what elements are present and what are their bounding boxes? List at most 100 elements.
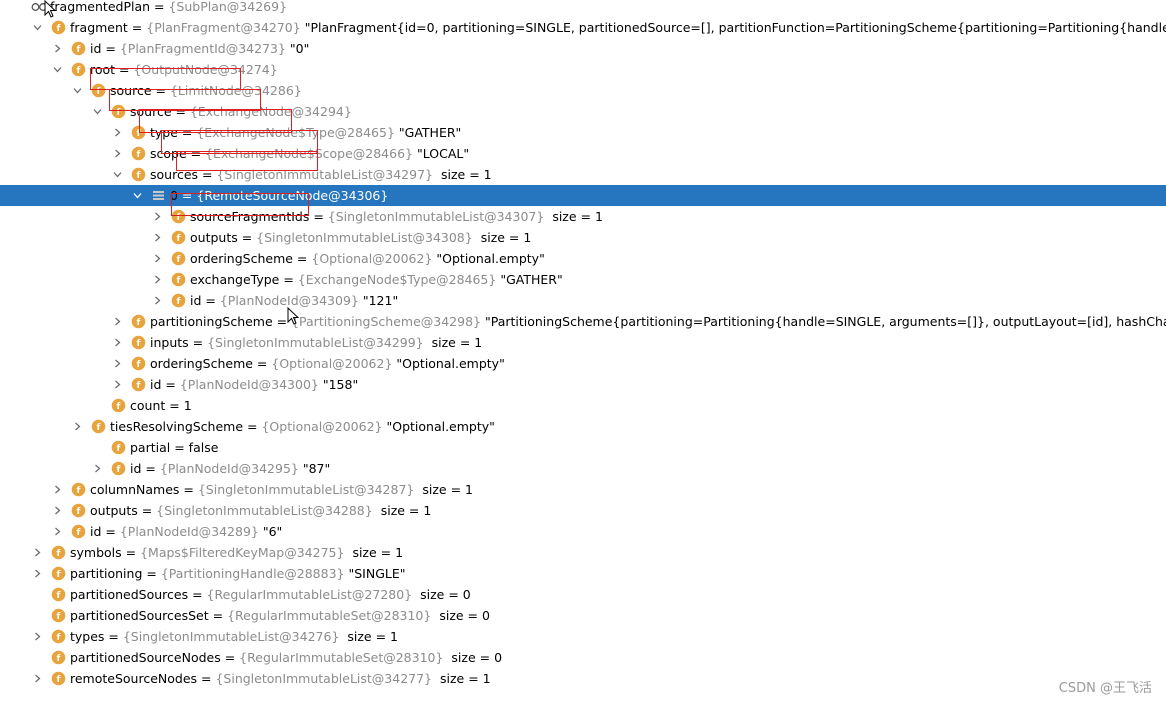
chevron-right-icon[interactable] — [31, 668, 43, 689]
tree-row-fragmentedplan[interactable]: fragmentedPlan = {SubPlan@34269} — [0, 0, 1166, 17]
chevron-right-icon[interactable] — [111, 311, 123, 332]
row-content: 0 = {RemoteSourceNode@34306} — [170, 185, 388, 206]
row-content: tiesResolvingScheme = {Optional@20062} "… — [110, 416, 495, 437]
tree-row-scope[interactable]: f scope = {ExchangeNode$Scope@28466} "LOC… — [0, 143, 1166, 164]
chevron-right-icon[interactable] — [111, 353, 123, 374]
variable-name: count — [130, 398, 166, 413]
chevron-right-icon[interactable] — [151, 290, 163, 311]
equals-sign: = — [186, 146, 206, 161]
chevron-right-icon[interactable] — [51, 500, 63, 521]
chevron-right-icon[interactable] — [31, 563, 43, 584]
tree-row-type[interactable]: f type = {ExchangeNode$Type@28465} "GATHE… — [0, 122, 1166, 143]
row-content: partitioning = {PartitioningHandle@28883… — [70, 563, 406, 584]
tree-row-sources[interactable]: f sources = {SingletonImmutableList@34297… — [0, 164, 1166, 185]
tree-row-partitionedsourcenodes[interactable]: f partitionedSourceNodes = {RegularImmuta… — [0, 647, 1166, 668]
variable-name: outputs — [90, 503, 138, 518]
chevron-right-icon[interactable] — [31, 542, 43, 563]
tree-row-id[interactable]: f id = {PlanNodeId@34289} "6" — [0, 521, 1166, 542]
field-icon: f — [171, 209, 186, 224]
object-reference: {RegularImmutableList@27280} — [206, 587, 413, 602]
row-content: exchangeType = {ExchangeNode$Type@28465}… — [190, 269, 563, 290]
tree-row-source[interactable]: f source = {LimitNode@34286} — [0, 80, 1166, 101]
tree-row-id[interactable]: f id = {PlanNodeId@34300} "158" — [0, 374, 1166, 395]
object-reference: {PartitioningHandle@28883} — [160, 566, 345, 581]
chevron-right-icon[interactable] — [151, 269, 163, 290]
tree-row-id[interactable]: f id = {PlanFragmentId@34273} "0" — [0, 38, 1166, 59]
chevron-right-icon[interactable] — [111, 143, 123, 164]
equals-sign: = — [197, 671, 216, 686]
svg-text:f: f — [177, 255, 181, 265]
tree-row-symbols[interactable]: f symbols = {Maps$FilteredKeyMap@34275} s… — [0, 542, 1166, 563]
chevron-right-icon[interactable] — [151, 248, 163, 269]
tree-row-outputs[interactable]: f outputs = {SingletonImmutableList@34308… — [0, 227, 1166, 248]
tree-row-sourcefragmentids[interactable]: f sourceFragmentIds = {SingletonImmutable… — [0, 206, 1166, 227]
variable-name: orderingScheme — [190, 251, 293, 266]
chevron-right-icon[interactable] — [71, 416, 83, 437]
variable-name: id — [90, 41, 102, 56]
equals-sign: = — [142, 566, 161, 581]
svg-text:f: f — [117, 402, 121, 412]
tree-row-partial[interactable]: f partial = false — [0, 437, 1166, 458]
field-icon: f — [111, 440, 126, 455]
field-icon: f — [51, 671, 66, 686]
tree-row-id[interactable]: f id = {PlanNodeId@34295} "87" — [0, 458, 1166, 479]
tree-row-tiesresolvingscheme[interactable]: f tiesResolvingScheme = {Optional@20062} … — [0, 416, 1166, 437]
tree-row-count[interactable]: f count = 1 — [0, 395, 1166, 416]
variable-value: "PartitioningScheme{partitioning=Partiti… — [484, 314, 1166, 329]
field-icon: f — [51, 566, 66, 581]
chevron-right-icon[interactable] — [91, 458, 103, 479]
debugger-variables-tree: fragmentedPlan = {SubPlan@34269} f fragmen… — [0, 0, 1166, 704]
tree-row-root[interactable]: f root = {OutputNode@34274} — [0, 59, 1166, 80]
variable-value: "6" — [262, 524, 283, 539]
tree-row-orderingscheme[interactable]: f orderingScheme = {Optional@20062} "Opti… — [0, 353, 1166, 374]
object-reference: {SubPlan@34269} — [168, 0, 288, 14]
chevron-down-icon[interactable] — [131, 185, 143, 206]
tree-row-outputs[interactable]: f outputs = {SingletonImmutableList@34288… — [0, 500, 1166, 521]
tree-row-fragment[interactable]: f fragment = {PlanFragment@34270} "PlanFr… — [0, 17, 1166, 38]
equals-sign: = — [220, 650, 240, 665]
tree-row-source[interactable]: f source = {ExchangeNode@34294} — [0, 101, 1166, 122]
tree-row-columnnames[interactable]: f columnNames = {SingletonImmutableList@3… — [0, 479, 1166, 500]
tree-row-inputs[interactable]: f inputs = {SingletonImmutableList@34299}… — [0, 332, 1166, 353]
chevron-right-icon[interactable] — [111, 122, 123, 143]
chevron-right-icon[interactable] — [151, 206, 163, 227]
row-content: partitioningScheme = {PartitioningScheme… — [150, 311, 1166, 332]
tree-row-partitioningscheme[interactable]: f partitioningScheme = {PartitioningSchem… — [0, 311, 1166, 332]
object-reference: {RegularImmutableSet@28310} — [227, 608, 432, 623]
row-content: remoteSourceNodes = {SingletonImmutableL… — [70, 668, 491, 689]
tree-row-partitioning[interactable]: f partitioning = {PartitioningHandle@2888… — [0, 563, 1166, 584]
chevron-right-icon[interactable] — [31, 626, 43, 647]
chevron-down-icon[interactable] — [111, 164, 123, 185]
object-reference: {SingletonImmutableList@34277} — [215, 671, 433, 686]
row-content: fragmentedPlan = {SubPlan@34269} — [50, 0, 287, 17]
object-reference: {ExchangeNode$Type@28465} — [297, 272, 497, 287]
field-icon: f — [51, 650, 66, 665]
tree-row-partitionedsources[interactable]: f partitionedSources = {RegularImmutableL… — [0, 584, 1166, 605]
chevron-right-icon[interactable] — [51, 521, 63, 542]
tree-row-exchangetype[interactable]: f exchangeType = {ExchangeNode$Type@28465… — [0, 269, 1166, 290]
tree-row-partitionedsourcesset[interactable]: f partitionedSourcesSet = {RegularImmutab… — [0, 605, 1166, 626]
equals-sign: = — [292, 251, 312, 266]
chevron-right-icon[interactable] — [51, 479, 63, 500]
tree-row-0[interactable]: 0 = {RemoteSourceNode@34306} — [0, 185, 1166, 206]
chevron-down-icon[interactable] — [31, 17, 43, 38]
chevron-right-icon[interactable] — [51, 38, 63, 59]
tree-row-remotesourcenodes[interactable]: f remoteSourceNodes = {SingletonImmutable… — [0, 668, 1166, 689]
chevron-down-icon[interactable] — [71, 80, 83, 101]
object-reference: {PartitioningScheme@34298} — [291, 314, 481, 329]
variable-name: columnNames — [90, 482, 180, 497]
chevron-right-icon[interactable] — [111, 332, 123, 353]
chevron-down-icon[interactable] — [91, 101, 103, 122]
tree-row-types[interactable]: f types = {SingletonImmutableList@34276} … — [0, 626, 1166, 647]
chevron-right-icon[interactable] — [111, 374, 123, 395]
tree-row-orderingscheme[interactable]: f orderingScheme = {Optional@20062} "Opti… — [0, 248, 1166, 269]
chevron-right-icon[interactable] — [151, 227, 163, 248]
object-reference: {RegularImmutableSet@28310} — [239, 650, 444, 665]
object-reference: {ExchangeNode$Scope@28466} — [205, 146, 413, 161]
equals-sign: = — [309, 209, 328, 224]
tree-row-id[interactable]: f id = {PlanNodeId@34309} "121" — [0, 290, 1166, 311]
object-reference: {SingletonImmutableList@34287} — [197, 482, 415, 497]
row-content: outputs = {SingletonImmutableList@34308}… — [190, 227, 531, 248]
svg-text:f: f — [57, 570, 61, 580]
chevron-down-icon[interactable] — [51, 59, 63, 80]
